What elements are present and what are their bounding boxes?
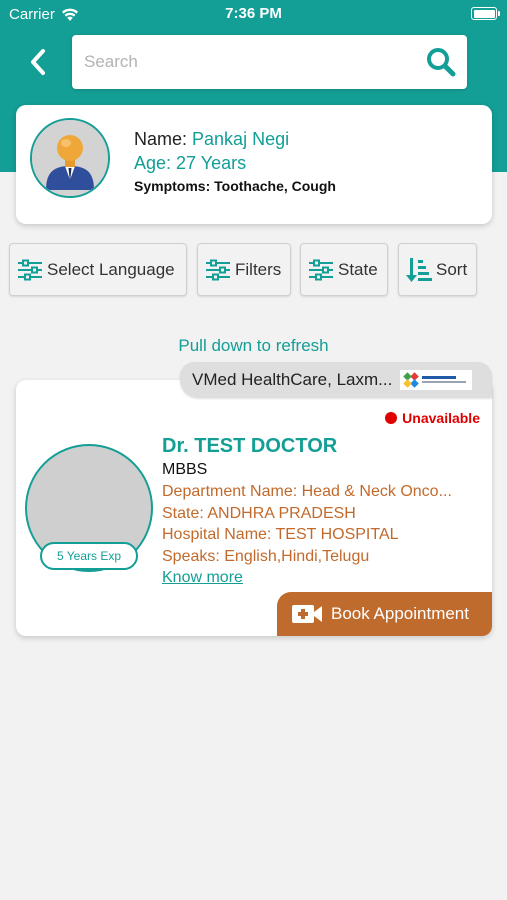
doctor-degree: MBBS: [162, 461, 208, 478]
doctor-name: Dr. TEST DOCTOR: [162, 435, 338, 457]
pull-to-refresh-label: Pull down to refresh: [178, 336, 329, 355]
clinic-logo-icon: [403, 372, 466, 388]
book-appointment-label: Book Appointment: [331, 604, 469, 623]
patient-age: Age: 27 Years: [134, 153, 247, 173]
patient-name-row: Name: Pankaj Negi: [134, 127, 336, 151]
person-avatar-icon: [32, 120, 108, 196]
filters-button[interactable]: Filters: [197, 243, 291, 296]
sort-icon: [406, 257, 432, 282]
doctor-state: State: ANDHRA PRADESH: [162, 504, 356, 522]
doctor-card[interactable]: Unavailable 5 Years Exp Dr. TEST DOCTOR …: [16, 380, 492, 636]
doctor-hospital: Hospital Name: TEST HOSPITAL: [162, 526, 399, 543]
book-appointment-button[interactable]: Book Appointment: [277, 592, 492, 636]
sort-button[interactable]: Sort: [398, 243, 477, 296]
select-language-label: Select Language: [47, 259, 175, 279]
state-button[interactable]: State: [300, 243, 388, 296]
availability-status: Unavailable: [385, 410, 480, 426]
status-time: 7:36 PM: [225, 5, 282, 22]
availability-label: Unavailable: [402, 410, 480, 426]
sliders-icon: [206, 259, 230, 280]
back-button[interactable]: [22, 46, 54, 78]
clinic-name: VMed HealthCare, Laxm...: [192, 370, 393, 389]
patient-card: Name: Pankaj Negi Age: 27 Years Symptoms…: [16, 105, 492, 224]
patient-name: Pankaj Negi: [192, 129, 290, 149]
search-icon[interactable]: [425, 46, 457, 78]
filters-label: Filters: [235, 259, 282, 279]
clinic-logo: [400, 370, 472, 390]
video-call-icon: [292, 605, 322, 623]
status-dot-icon: [385, 412, 398, 424]
patient-info: Name: Pankaj Negi Age: 27 Years Symptoms…: [134, 127, 336, 197]
search-bar: [72, 35, 467, 89]
sliders-icon: [309, 259, 333, 280]
status-bar: Carrier 7:36 PM: [0, 0, 507, 28]
patient-symptoms: Symptoms: Toothache, Cough: [134, 178, 336, 194]
select-language-button[interactable]: Select Language: [9, 243, 187, 296]
state-label: State: [338, 259, 378, 279]
doctor-department: Department Name: Head & Neck Onco...: [162, 483, 452, 500]
doctor-languages: Speaks: English,Hindi,Telugu: [162, 547, 370, 565]
clinic-tab: VMed HealthCare, Laxm...: [180, 362, 492, 398]
doctor-info: Dr. TEST DOCTOR MBBS Department Name: He…: [162, 433, 492, 589]
experience-badge: 5 Years Exp: [40, 542, 138, 570]
sliders-icon: [18, 259, 42, 280]
know-more-link[interactable]: Know more: [162, 567, 243, 589]
battery-icon: [471, 7, 500, 20]
patient-name-label: Name:: [134, 129, 193, 149]
back-arrow-icon: [31, 49, 45, 75]
sort-label: Sort: [436, 259, 468, 279]
patient-avatar: [30, 118, 110, 198]
search-input[interactable]: [84, 35, 414, 89]
